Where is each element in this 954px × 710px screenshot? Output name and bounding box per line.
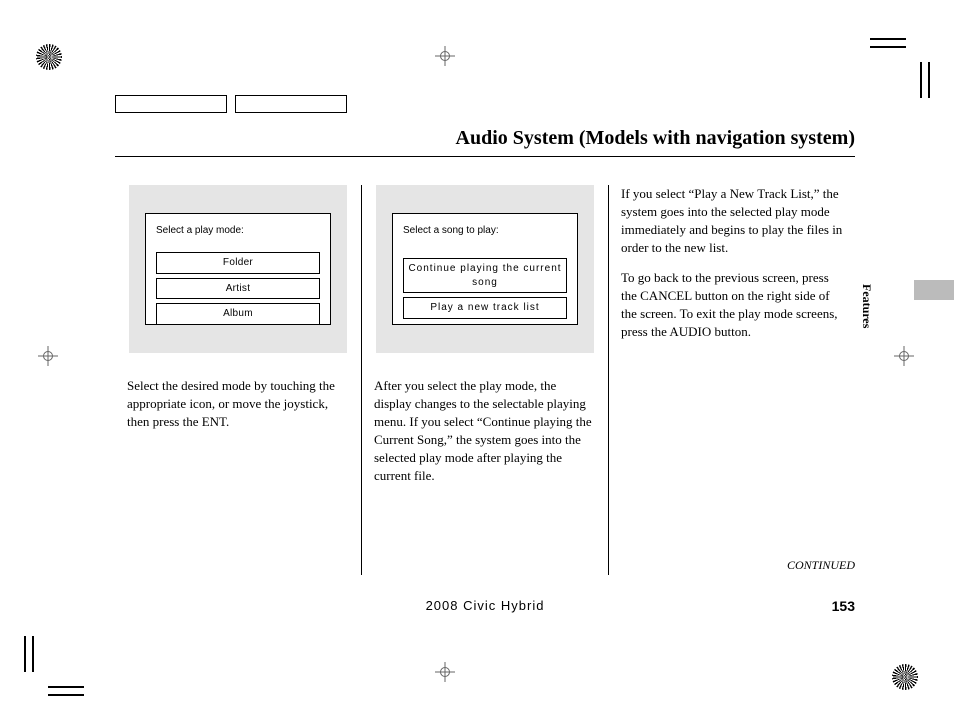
section-label: Features [859,284,874,328]
page-content: Audio System (Models with navigation sys… [115,95,855,575]
column-2: Select a song to play: Continue playing … [361,185,608,575]
continued-label: CONTINUED [787,558,855,573]
screen-illustration: Select a play mode: Folder Artist Album [129,185,347,353]
crosshair-icon [435,46,455,66]
screen-prompt: Select a song to play: [403,224,567,238]
body-text: To go back to the previous screen, press… [621,269,843,341]
option-artist: Artist [156,278,320,300]
page-footer: CONTINUED 2008 Civic Hybrid 153 [115,598,855,613]
column-1: Select a play mode: Folder Artist Album … [115,185,361,575]
header-boxes [115,95,855,113]
page-title: Audio System (Models with navigation sys… [115,127,855,157]
option-new-track-list: Play a new track list [403,297,567,319]
column-3: If you select “Play a New Track List,” t… [608,185,855,575]
option-folder: Folder [156,252,320,274]
option-album: Album [156,303,320,325]
registration-mark-icon [892,664,918,690]
header-box [115,95,227,113]
body-text: After you select the play mode, the disp… [374,377,596,485]
screen-illustration: Select a song to play: Continue playing … [376,185,594,353]
page-number: 153 [832,598,855,614]
registration-mark-icon [36,44,62,70]
header-box [235,95,347,113]
screen-prompt: Select a play mode: [156,224,320,238]
content-columns: Select a play mode: Folder Artist Album … [115,185,855,575]
crosshair-icon [38,346,58,366]
body-text: If you select “Play a New Track List,” t… [621,185,843,257]
model-label: 2008 Civic Hybrid [115,598,855,613]
section-tab [914,280,954,300]
crosshair-icon [894,346,914,366]
body-text: Select the desired mode by touching the … [127,377,349,431]
crosshair-icon [435,662,455,682]
option-continue-song: Continue playing the current song [403,258,567,294]
